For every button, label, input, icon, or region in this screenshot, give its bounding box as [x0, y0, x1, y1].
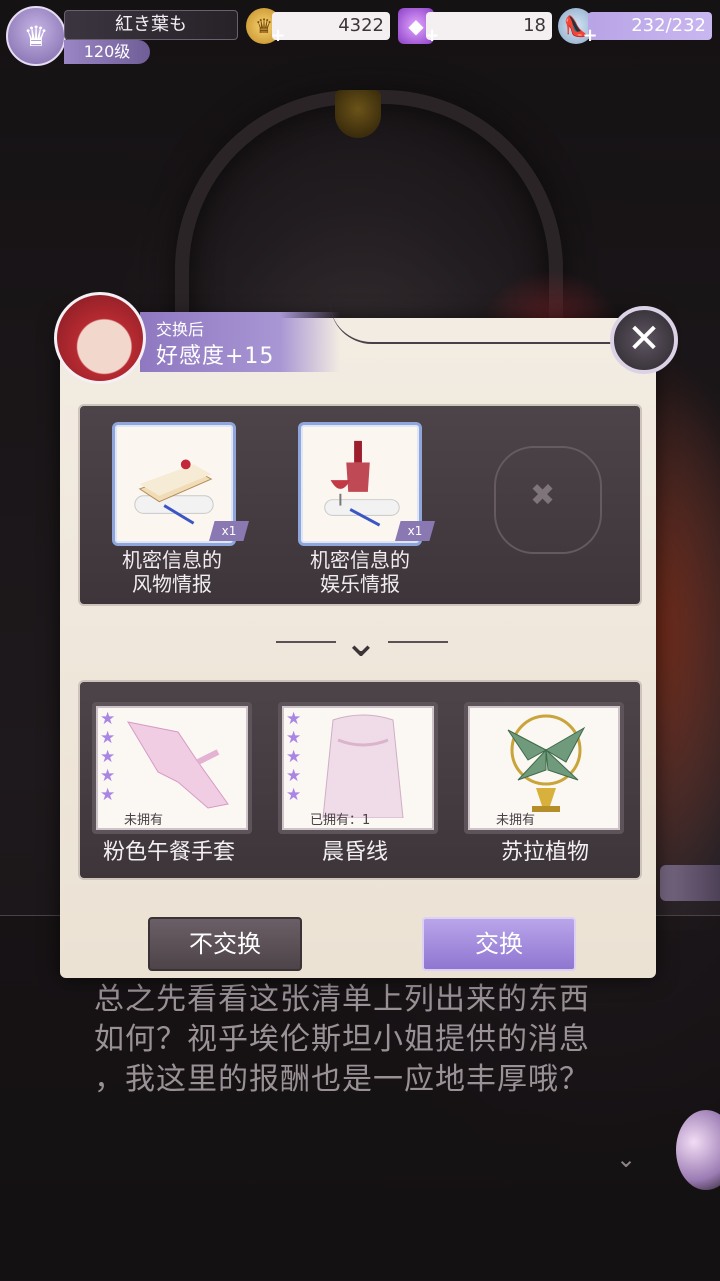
top-hud: ♛ 紅き葉も 120级 ♛ 4322 + ◆ 18 + 👠 232/232 +: [0, 0, 720, 70]
stamina-counter: 232/232: [588, 12, 712, 40]
owned-status: 未拥有: [124, 813, 164, 828]
quantity-tag: x1: [209, 521, 249, 541]
rarity-stars: ★ ★ ★ ★ ★: [100, 709, 116, 805]
crown-icon[interactable]: ♛: [6, 6, 66, 66]
exchange-button[interactable]: 交换: [422, 917, 576, 971]
wine-scroll-icon: [324, 440, 400, 527]
item-name-line2: 娱乐情报: [320, 572, 400, 596]
item-name-line2: 风物情报: [132, 572, 212, 596]
player-level: 120级: [64, 40, 150, 64]
divider-line: [388, 641, 448, 643]
item-name-line1: 机密信息的: [310, 548, 410, 572]
reward-name: 粉色午餐手套: [102, 840, 235, 865]
owned-status: 未拥有: [496, 813, 536, 828]
dialogue-text: 总之先看看这张清单上列出来的东西 如何？视乎埃伦斯坦小姐提供的消息 ，我这里的报…: [94, 980, 654, 1100]
reward-card[interactable]: 未拥有: [464, 702, 624, 834]
input-item-name: 机密信息的 娱乐情报: [280, 548, 440, 596]
mirror-gem: [335, 90, 381, 138]
dialogue-line: ，我这里的报酬也是一应地丰厚哦？: [94, 1062, 590, 1097]
quantity-tag: x1: [395, 521, 435, 541]
reward-name: 苏拉植物: [500, 840, 589, 865]
cake-scroll-icon: [134, 459, 214, 525]
decline-button[interactable]: 不交换: [148, 917, 302, 971]
item-name-line1: 机密信息的: [122, 548, 222, 572]
input-item-card[interactable]: x1: [298, 422, 435, 546]
gem-counter: 18: [426, 12, 552, 40]
potted-plant-icon: [507, 714, 586, 812]
crossed-swords-icon: ✖: [530, 478, 556, 513]
input-item-card[interactable]: x1: [112, 422, 249, 546]
reward-name: 晨昏线: [321, 840, 388, 865]
divider-line: [276, 641, 336, 643]
add-stamina-button[interactable]: +: [582, 27, 598, 45]
dialogue-line: 总之先看看这张清单上列出来的东西: [94, 982, 590, 1017]
character-avatar: [54, 292, 146, 384]
affection-value: 好感度+15: [156, 344, 275, 369]
dialogue-line: 如何？视乎埃伦斯坦小姐提供的消息: [94, 1022, 590, 1057]
close-button[interactable]: ✕: [610, 306, 678, 374]
lace-dress-icon: [322, 714, 404, 818]
chevron-down-icon[interactable]: ⌄: [616, 1145, 636, 1173]
affection-label: 交换后: [156, 320, 205, 339]
reward-card[interactable]: ★ ★ ★ ★ ★ 已拥有：1: [278, 702, 438, 834]
lace-glove-icon: [126, 721, 229, 809]
down-arrow-icon: ⌄: [343, 617, 379, 666]
rarity-stars: ★ ★ ★ ★ ★: [286, 709, 302, 805]
owned-status: 已拥有：1: [310, 813, 371, 828]
input-item-name: 机密信息的 风物情报: [92, 548, 252, 596]
add-gem-button[interactable]: +: [424, 27, 440, 45]
gold-counter: 4322: [272, 12, 390, 40]
reward-card[interactable]: ★ ★ ★ ★ ★ 未拥有: [92, 702, 252, 834]
add-gold-button[interactable]: +: [270, 27, 286, 45]
player-name: 紅き葉も: [64, 10, 238, 40]
side-tab[interactable]: [660, 865, 720, 901]
